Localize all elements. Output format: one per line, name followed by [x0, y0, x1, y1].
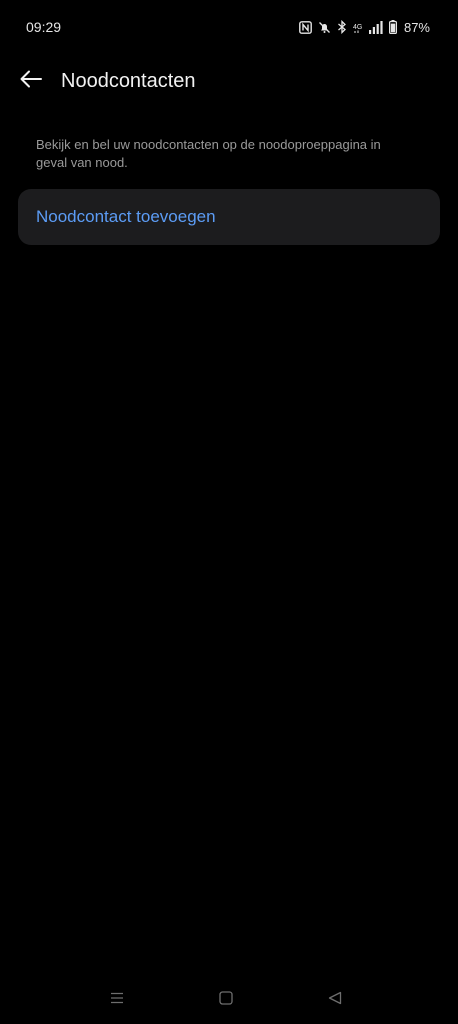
- status-bar: 09:29 4G 87%: [0, 0, 458, 54]
- home-icon: [219, 990, 233, 1010]
- add-emergency-contact-button[interactable]: Noodcontact toevoegen: [18, 189, 440, 245]
- add-emergency-contact-label: Noodcontact toevoegen: [36, 207, 216, 226]
- status-icons: 4G 87%: [299, 18, 430, 36]
- navigation-bar: [0, 980, 458, 1020]
- 4g-icon: 4G: [353, 20, 363, 34]
- battery-icon: [388, 20, 397, 34]
- home-button[interactable]: [211, 988, 241, 1012]
- arrow-left-icon: [20, 70, 42, 93]
- app-bar: Noodcontacten: [0, 54, 458, 110]
- mute-icon: [318, 21, 331, 34]
- nfc-icon: [299, 20, 312, 34]
- description-text: Bekijk en bel uw noodcontacten op de noo…: [36, 137, 381, 170]
- signal-icon: [368, 20, 383, 34]
- back-icon: [328, 991, 342, 1010]
- page-title: Noodcontacten: [61, 70, 196, 92]
- menu-icon: [110, 991, 124, 1009]
- recent-apps-button[interactable]: [102, 988, 132, 1012]
- back-button[interactable]: [14, 66, 48, 96]
- bluetooth-icon: [337, 20, 347, 34]
- battery-percentage: 87%: [403, 19, 430, 35]
- svg-text:4G: 4G: [353, 24, 362, 31]
- system-back-button[interactable]: [320, 988, 350, 1012]
- status-time: 09:29: [26, 19, 62, 35]
